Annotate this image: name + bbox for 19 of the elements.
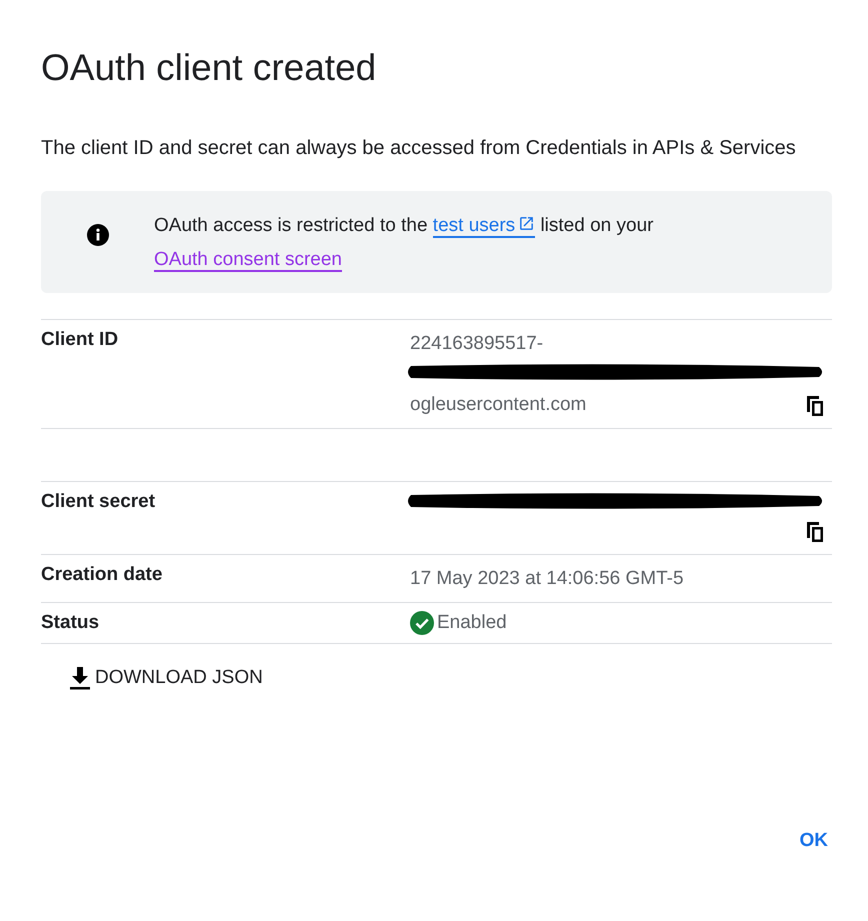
info-icon (87, 224, 109, 246)
field-value: 224163895517- (410, 332, 544, 356)
status-text: Enabled (437, 611, 507, 635)
link[interactable]: OAuth consent screen (154, 249, 342, 272)
copy-button[interactable] (804, 521, 826, 545)
field-label: Creation date (41, 563, 164, 587)
dialog-title: OAuth client created (41, 46, 378, 90)
field-value: ogleusercontent.com (410, 393, 586, 417)
download-button[interactable]: DOWNLOAD JSON (65, 660, 267, 696)
download-icon (69, 666, 91, 690)
field-value: 17 May 2023 at 14:06:56 GMT-5 (410, 567, 684, 591)
field-label: Client ID (41, 328, 120, 352)
description-text: The client ID and secret can always be accessed from Credentials in APIs & Services (41, 136, 797, 161)
copy-button[interactable] (804, 395, 826, 419)
ok-button[interactable]: OK (792, 824, 836, 858)
field-label: Client secret (41, 490, 156, 514)
notice-text: OAuth access is restricted to the test users listed on your OAuth consent screen (154, 214, 654, 274)
field-label: Status (41, 611, 100, 635)
link[interactable]: test users (432, 215, 536, 238)
